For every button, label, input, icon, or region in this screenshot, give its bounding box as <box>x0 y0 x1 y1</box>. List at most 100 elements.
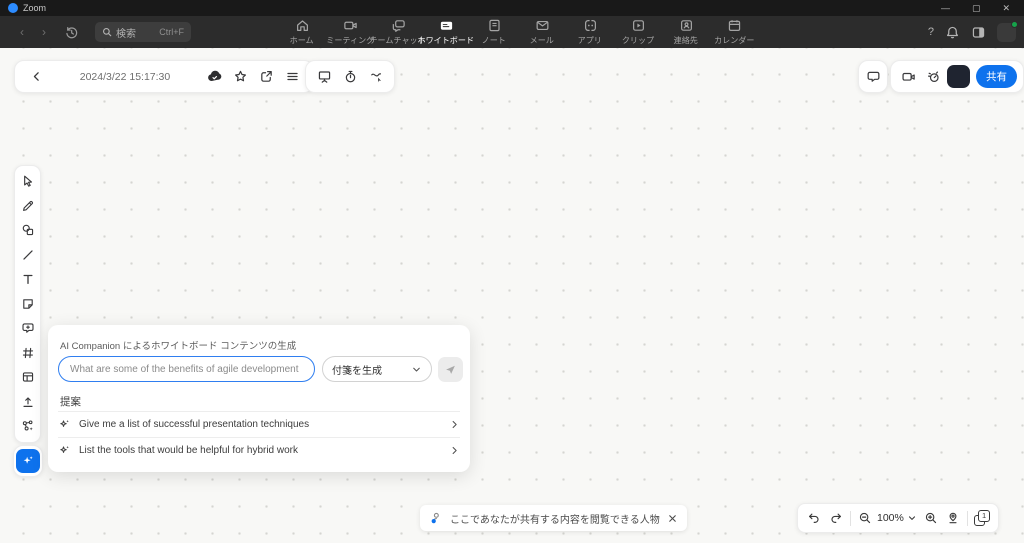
calendar-icon <box>727 18 742 33</box>
chevron-right-icon <box>449 419 460 430</box>
generate-type-value: 付箋を生成 <box>332 362 382 377</box>
board-back-icon[interactable] <box>23 63 49 90</box>
locate-pin-icon[interactable] <box>942 505 964 531</box>
chevron-right-icon <box>449 445 460 456</box>
tab-team-chat[interactable]: チームチャット <box>374 16 422 48</box>
cloud-sync-icon[interactable] <box>201 63 227 90</box>
video-camera-icon[interactable] <box>897 63 919 90</box>
laser-pointer-icon[interactable] <box>363 63 389 90</box>
tab-whiteboard[interactable]: ホワイトボード <box>422 16 470 48</box>
team-chat-icon <box>391 18 406 33</box>
suggestions-label: 提案 <box>60 394 81 409</box>
star-favorite-icon[interactable] <box>227 63 253 90</box>
search-placeholder: 検索 <box>116 25 136 40</box>
sparkle-icon <box>58 418 71 431</box>
divider <box>850 511 851 526</box>
pen-icon[interactable] <box>14 194 41 219</box>
user-avatar[interactable] <box>997 23 1016 42</box>
zoom-in-icon[interactable] <box>920 505 942 531</box>
generate-type-select[interactable]: 付箋を生成 <box>322 356 432 382</box>
activity-stopwatch-icon[interactable] <box>922 63 944 90</box>
suggestion-text: List the tools that would be helpful for… <box>79 445 298 456</box>
viewers-person-icon <box>429 511 443 525</box>
divider <box>967 511 968 526</box>
tab-clips[interactable]: クリップ <box>614 16 662 48</box>
search-icon <box>102 27 112 37</box>
tab-meetings[interactable]: ミーティング <box>326 16 374 48</box>
history-icon[interactable] <box>64 25 79 40</box>
pages-icon[interactable]: 1 <box>971 505 993 531</box>
page-number: 1 <box>978 510 990 522</box>
close-notice-icon[interactable] <box>667 513 678 524</box>
tab-mail[interactable]: メール <box>518 16 566 48</box>
tab-home[interactable]: ホーム <box>278 16 326 48</box>
collaborator-avatar[interactable] <box>947 65 970 88</box>
board-title[interactable]: 2024/3/22 15:17:30 <box>49 71 201 83</box>
home-icon <box>295 18 310 33</box>
select-icon[interactable] <box>14 169 41 194</box>
meetings-icon <box>343 18 358 33</box>
ai-companion-icon[interactable] <box>16 449 40 473</box>
tab-apps[interactable]: アプリ <box>566 16 614 48</box>
redo-icon[interactable] <box>825 505 847 531</box>
send-prompt-button[interactable] <box>438 357 463 382</box>
ai-prompt-input[interactable] <box>58 356 315 382</box>
suggestion-item[interactable]: List the tools that would be helpful for… <box>58 437 460 463</box>
comments-pill <box>858 60 888 93</box>
search-input[interactable]: 検索 Ctrl+F <box>95 22 191 42</box>
undo-icon[interactable] <box>803 505 825 531</box>
mindmap-icon[interactable] <box>14 414 41 439</box>
mail-icon <box>535 18 550 33</box>
export-share-icon[interactable] <box>253 63 279 90</box>
board-header: 2024/3/22 15:17:30 <box>14 60 314 93</box>
presentation-tools <box>305 60 395 93</box>
zoom-out-icon[interactable] <box>854 505 876 531</box>
table-icon[interactable] <box>14 365 41 390</box>
present-screen-icon[interactable] <box>311 63 337 90</box>
share-notice-text: ここであなたが共有する内容を閲覧できる人物 <box>450 511 660 526</box>
upload-icon[interactable] <box>14 390 41 415</box>
whiteboard-icon <box>439 18 454 33</box>
contacts-icon <box>679 18 694 33</box>
maximize-button[interactable]: ▢ <box>972 0 981 16</box>
zoom-logo-icon <box>8 3 18 13</box>
window-title: Zoom <box>23 3 46 13</box>
tab-contacts[interactable]: 連絡先 <box>662 16 710 48</box>
clips-icon <box>631 18 646 33</box>
share-button[interactable]: 共有 <box>976 65 1017 88</box>
frame-icon[interactable] <box>14 341 41 366</box>
online-status-dot <box>1011 21 1018 28</box>
text-icon[interactable] <box>14 267 41 292</box>
board-menu-icon[interactable] <box>279 63 305 90</box>
help-icon[interactable]: ? <box>928 26 934 38</box>
notifications-bell-icon[interactable] <box>945 25 960 40</box>
share-toolbar: 共有 <box>890 60 1024 93</box>
minimize-button[interactable]: — <box>941 0 950 16</box>
notes-icon <box>487 18 502 33</box>
apps-icon <box>583 18 598 33</box>
close-button[interactable]: ✕ <box>1002 0 1010 16</box>
comment-bubble-icon[interactable] <box>860 63 886 90</box>
forward-icon[interactable]: › <box>36 25 52 39</box>
zoom-app-window: Zoom — ▢ ✕ ‹ › 検索 Ctrl+F <box>0 0 1024 543</box>
tab-notes[interactable]: ノート <box>470 16 518 48</box>
timer-icon[interactable] <box>337 63 363 90</box>
tab-calendar[interactable]: カレンダー <box>710 16 758 48</box>
comment-icon[interactable] <box>14 316 41 341</box>
suggestion-item[interactable]: Give me a list of successful presentatio… <box>58 411 460 437</box>
shapes-icon[interactable] <box>14 218 41 243</box>
search-shortcut: Ctrl+F <box>159 27 184 37</box>
main-navbar: ‹ › 検索 Ctrl+F <box>0 16 1024 48</box>
suggestion-text: Give me a list of successful presentatio… <box>79 419 309 430</box>
drawing-toolbar <box>14 165 41 443</box>
zoom-chevron-down-icon[interactable] <box>905 505 920 531</box>
ai-companion-panel: AI Companion によるホワイトボード コンテンツの生成 付箋を生成 提… <box>48 325 470 472</box>
sticky-note-icon[interactable] <box>14 292 41 317</box>
back-icon[interactable]: ‹ <box>14 25 30 39</box>
titlebar: Zoom — ▢ ✕ <box>0 0 1024 16</box>
whiteboard-canvas[interactable]: 2024/3/22 15:17:30 <box>0 48 1024 543</box>
zoom-level-value[interactable]: 100% <box>876 512 905 524</box>
line-icon[interactable] <box>14 243 41 268</box>
share-visibility-notice: ここであなたが共有する内容を閲覧できる人物 <box>420 505 687 531</box>
side-panel-icon[interactable] <box>971 25 986 40</box>
